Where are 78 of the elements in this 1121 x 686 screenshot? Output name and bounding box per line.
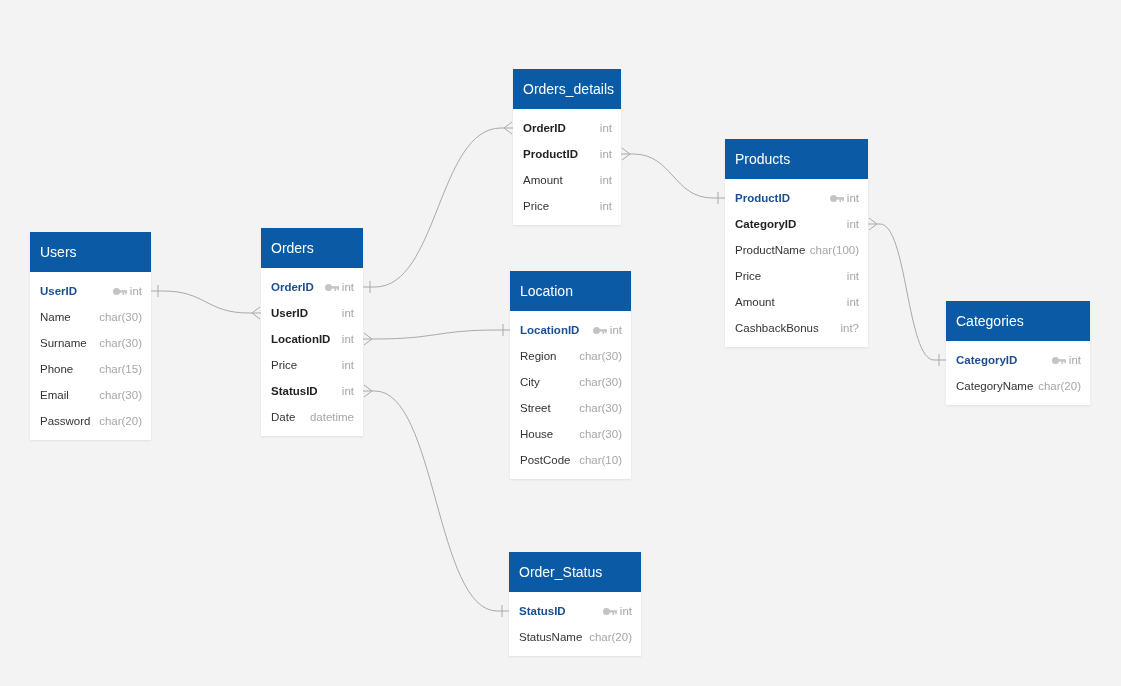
field-name: CategoryID: [956, 354, 1018, 366]
field-type: int: [1068, 354, 1081, 366]
table-card[interactable]: Categories CategoryID int CategoryName char(20): [946, 301, 1090, 405]
field-name: Amount: [735, 296, 775, 308]
field-type: datetime: [309, 411, 354, 423]
field-name: UserID: [271, 307, 309, 319]
field-name: CategoryName: [956, 380, 1034, 392]
field-type: int: [599, 200, 612, 212]
field-type: char(30): [99, 337, 142, 349]
field-name: LocationID: [271, 333, 331, 345]
field-type: char(15): [99, 363, 142, 375]
field-type: int?: [840, 322, 859, 334]
field-name: Email: [40, 389, 69, 401]
field-type: int: [341, 307, 354, 319]
table-card[interactable]: Orders OrderID int UserID int LocationID int Price int StatusID int Date datetime: [261, 228, 363, 436]
field-type: char(20): [1038, 380, 1081, 392]
field-name: LocationID: [520, 324, 580, 336]
field-name: OrderID: [523, 122, 566, 134]
field-type: char(100): [809, 244, 859, 256]
field-name: ProductName: [735, 244, 806, 256]
field-name: Amount: [523, 174, 563, 186]
field-type: int: [846, 218, 859, 230]
field-name: CashbackBonus: [735, 322, 819, 334]
table-title: Orders_details: [523, 81, 615, 97]
field-type: char(20): [99, 415, 142, 427]
table-card[interactable]: Users UserID int Name char(30) Surname char(30) Phone char(15) Email char(30) Password char(20): [30, 232, 151, 440]
field-name: ProductID: [735, 192, 790, 204]
field-type: char(30): [579, 350, 622, 362]
field-name: Name: [40, 311, 71, 323]
field-type: int: [341, 359, 354, 371]
field-type: char(10): [579, 454, 622, 466]
table-title: Order_Status: [519, 564, 603, 580]
table-title: Orders: [271, 240, 314, 256]
table-card[interactable]: Orders_details OrderID int ProductID int Amount int Price int: [513, 69, 621, 225]
field-type: char(30): [579, 402, 622, 414]
field-name: Region: [520, 350, 557, 362]
field-name: Date: [271, 411, 296, 423]
field-name: Price: [523, 200, 550, 212]
field-type: char(20): [589, 631, 632, 643]
field-type: char(30): [99, 311, 142, 323]
field-type: int: [129, 285, 142, 297]
field-type: int: [619, 605, 632, 617]
field-name: Phone: [40, 363, 74, 375]
table-card[interactable]: Location LocationID int Region char(30) City char(30) Street char(30) House char(30) PostCode char(10): [510, 271, 631, 479]
field-name: StatusID: [271, 385, 318, 397]
field-type: int: [341, 281, 354, 293]
field-name: Price: [735, 270, 762, 282]
field-type: char(30): [579, 376, 622, 388]
table-title: Categories: [956, 313, 1024, 329]
field-type: int: [609, 324, 622, 336]
field-type: int: [846, 296, 859, 308]
field-name: ProductID: [523, 148, 578, 160]
table-card[interactable]: Products ProductID int CategoryID int ProductName char(100) Price int Amount int CashbackBonus int?: [725, 139, 868, 347]
field-name: House: [520, 428, 554, 440]
field-type: int: [846, 192, 859, 204]
table-title: Users: [40, 244, 77, 260]
table-card[interactable]: Order_Status StatusID int StatusName char(20): [509, 552, 641, 656]
field-name: UserID: [40, 285, 78, 297]
table-title: Location: [520, 283, 573, 299]
field-type: int: [341, 333, 354, 345]
field-name: CategoryID: [735, 218, 797, 230]
field-type: int: [599, 174, 612, 186]
field-type: char(30): [579, 428, 622, 440]
field-type: int: [846, 270, 859, 282]
field-name: StatusName: [519, 631, 583, 643]
field-name: Price: [271, 359, 298, 371]
field-name: Password: [40, 415, 91, 427]
field-name: Surname: [40, 337, 87, 349]
field-name: StatusID: [519, 605, 566, 617]
field-type: char(30): [99, 389, 142, 401]
field-name: PostCode: [520, 454, 571, 466]
table-title: Products: [735, 151, 791, 167]
field-type: int: [599, 122, 612, 134]
field-type: int: [341, 385, 354, 397]
field-name: OrderID: [271, 281, 314, 293]
field-name: Street: [520, 402, 551, 414]
field-type: int: [599, 148, 612, 160]
field-name: City: [520, 376, 540, 388]
